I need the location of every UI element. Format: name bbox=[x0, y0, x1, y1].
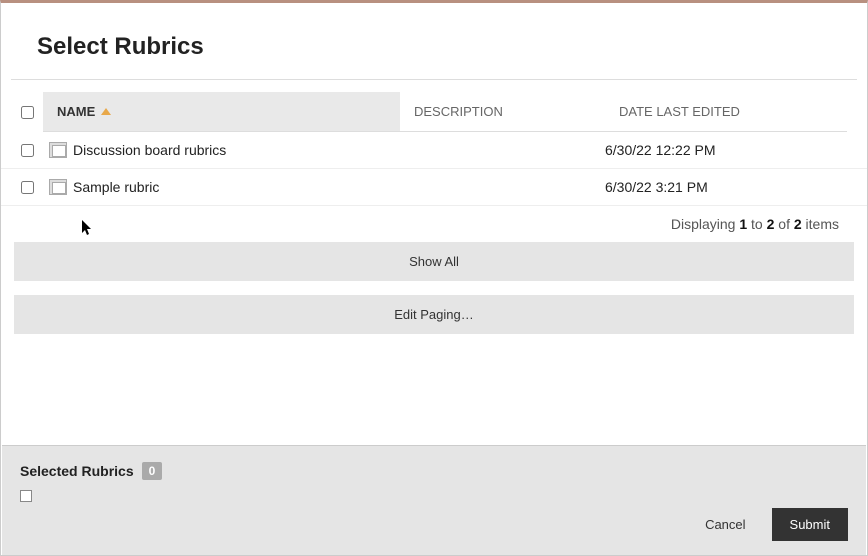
divider bbox=[11, 79, 857, 80]
paging-total: 2 bbox=[794, 216, 802, 232]
row-date: 6/30/22 12:22 PM bbox=[605, 142, 847, 158]
paging-to: to bbox=[747, 216, 766, 232]
collapse-toggle[interactable] bbox=[20, 490, 32, 502]
row-date: 6/30/22 3:21 PM bbox=[605, 179, 847, 195]
paging-of: of bbox=[774, 216, 793, 232]
paging-info: Displaying 1 to 2 of 2 items bbox=[1, 206, 867, 242]
cancel-button[interactable]: Cancel bbox=[693, 509, 757, 540]
sort-asc-icon bbox=[101, 108, 111, 115]
select-all-checkbox[interactable] bbox=[21, 106, 34, 119]
table-row: Sample rubric 6/30/22 3:21 PM bbox=[1, 169, 867, 206]
selected-panel: Selected Rubrics 0 Cancel Submit bbox=[2, 445, 866, 555]
rubric-icon bbox=[49, 179, 67, 195]
submit-button[interactable]: Submit bbox=[772, 508, 848, 541]
paging-suffix: items bbox=[802, 216, 839, 232]
column-name-label: NAME bbox=[57, 104, 95, 119]
table-header-row: NAME DESCRIPTION DATE LAST EDITED bbox=[1, 92, 867, 132]
row-name[interactable]: Sample rubric bbox=[71, 179, 400, 195]
show-all-button[interactable]: Show All bbox=[14, 242, 854, 281]
selected-header: Selected Rubrics 0 bbox=[20, 462, 848, 480]
row-checkbox-cell bbox=[21, 144, 43, 157]
table-row: Discussion board rubrics 6/30/22 12:22 P… bbox=[1, 132, 867, 169]
selected-body bbox=[20, 490, 848, 502]
column-header-name[interactable]: NAME bbox=[43, 92, 400, 131]
column-header-description[interactable]: DESCRIPTION bbox=[400, 92, 605, 131]
row-checkbox[interactable] bbox=[21, 144, 34, 157]
selected-count-badge: 0 bbox=[142, 462, 163, 480]
row-checkbox-cell bbox=[21, 181, 43, 194]
row-icon-cell bbox=[43, 179, 71, 195]
page-title: Select Rubrics bbox=[1, 3, 867, 79]
rubric-icon bbox=[49, 142, 67, 158]
action-buttons: Cancel Submit bbox=[693, 508, 848, 541]
column-date-label: DATE LAST EDITED bbox=[619, 104, 740, 119]
column-description-label: DESCRIPTION bbox=[414, 104, 503, 119]
header-columns: NAME DESCRIPTION DATE LAST EDITED bbox=[43, 92, 847, 132]
edit-paging-button[interactable]: Edit Paging… bbox=[14, 295, 854, 334]
paging-start: 1 bbox=[739, 216, 747, 232]
row-icon-cell bbox=[43, 142, 71, 158]
row-checkbox[interactable] bbox=[21, 181, 34, 194]
select-all-cell bbox=[21, 106, 43, 119]
paging-prefix: Displaying bbox=[671, 216, 739, 232]
row-name[interactable]: Discussion board rubrics bbox=[71, 142, 400, 158]
column-header-date[interactable]: DATE LAST EDITED bbox=[605, 92, 847, 131]
selected-label: Selected Rubrics bbox=[20, 463, 134, 479]
table-body: Discussion board rubrics 6/30/22 12:22 P… bbox=[1, 132, 867, 206]
